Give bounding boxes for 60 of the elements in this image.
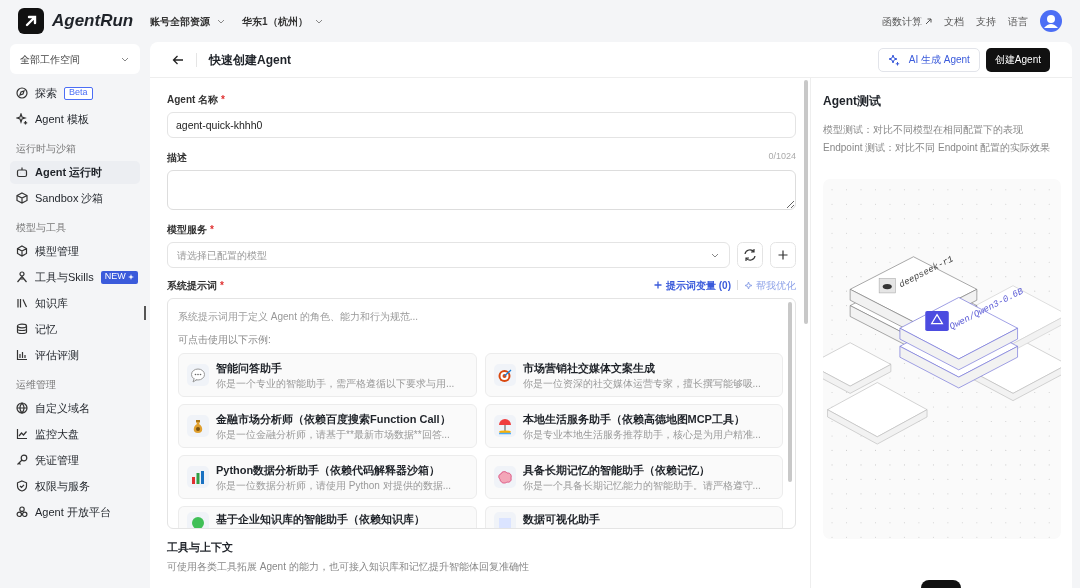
example-title: Python数据分析助手（依赖代码解释器沙箱）: [216, 462, 442, 477]
ai-generate-button[interactable]: AI 生成 Agent: [877, 47, 980, 72]
example-card[interactable]: Python数据分析助手（依赖代码解释器沙箱） 你是一位数据分析师，请使用 Python 对提供的数据...: [178, 455, 477, 499]
sidebar-item[interactable]: 自定义域名: [10, 396, 140, 420]
sidebar-item[interactable]: Agent 模板: [10, 107, 140, 131]
character-counter: 0/1024: [768, 150, 796, 164]
section-heading: 模型与工具: [15, 220, 67, 234]
example-title: 基于企业知识库的智能助手（依赖知识库）: [216, 512, 425, 526]
example-title: 智能问答助手: [216, 360, 283, 375]
sidebar-item[interactable]: 评估评测: [10, 343, 140, 367]
region-select[interactable]: 华东1（杭州）: [242, 13, 324, 29]
example-title: 金融市场分析师（依赖百度搜索Function Call）: [216, 411, 451, 426]
hint-text: 可点击使用以下示例:: [178, 333, 272, 347]
example-card[interactable]: 基于企业知识库的智能助手（依赖知识库）: [178, 506, 477, 528]
example-description: 你是一位金融分析师，请基于**最新市场数据**回答...: [216, 427, 451, 441]
example-title: 市场营销社交媒体文案生成: [522, 360, 656, 375]
example-title: 具备长期记忆的智能助手（依赖记忆）: [522, 462, 711, 477]
nav-link[interactable]: 函数计算: [882, 13, 932, 29]
example-card[interactable]: 数据可视化助手: [484, 506, 783, 528]
tag: NEW: [100, 270, 138, 284]
create-button[interactable]: 创建Agent: [985, 47, 1050, 72]
sidebar-item[interactable]: 凭证管理: [10, 448, 140, 472]
section-heading: 运维管理: [15, 377, 57, 391]
sidebar-item[interactable]: 监控大盘: [10, 422, 140, 446]
field-label: Agent 名称 *: [167, 92, 225, 107]
sidebar-item[interactable]: Sandbox 沙箱: [10, 186, 140, 210]
section-title: 工具与上下文: [167, 540, 234, 555]
panel-description: 模型测试：对比不同模型在相同配置下的表现: [823, 123, 1024, 137]
field-label: 模型服务 *: [167, 222, 214, 237]
field-label: 描述: [167, 150, 187, 165]
sidebar-item[interactable]: Agent 运行时: [10, 160, 140, 184]
example-description: 你是一位数据分析师，请使用 Python 对提供的数据...: [216, 478, 452, 492]
example-description: 你是专业本地生活服务推荐助手，核心是为用户精准...: [522, 427, 761, 441]
field-label: 系统提示词 *: [167, 278, 224, 293]
example-title: 数据可视化助手: [522, 512, 600, 526]
placeholder-text: 系统提示词用于定义 Agent 的角色、能力和行为规范...: [178, 310, 420, 322]
sidebar-item[interactable]: 模型管理: [10, 239, 140, 263]
page-title: 快速创建Agent: [209, 51, 291, 69]
region-select[interactable]: 账号全部资源: [150, 13, 226, 29]
name-input[interactable]: agent-quick-khhh0: [167, 112, 796, 138]
example-card[interactable]: 本地生活服务助手（依赖高德地图MCP工具） 你是专业本地生活服务推荐助手，核心是为用户精准...: [484, 404, 783, 448]
variables-link[interactable]: 提示词变量 (0): [654, 277, 731, 293]
nav-link[interactable]: 文档: [944, 13, 964, 29]
example-title: 本地生活服务助手（依赖高德地图MCP工具）: [522, 411, 746, 426]
panel-title: Agent测试: [823, 93, 882, 110]
panel-description: Endpoint 测试：对比不同 Endpoint 配置的实际效果: [823, 141, 1052, 155]
example-card[interactable]: 金融市场分析师（依赖百度搜索Function Call） 你是一位金融分析师，请基于**最新市场数据**回答...: [178, 404, 477, 448]
section-heading: 运行时与沙箱: [15, 141, 77, 155]
tag: Beta: [64, 86, 93, 100]
app-name: AgentRun: [52, 10, 134, 33]
nav-link[interactable]: 支持: [976, 13, 996, 29]
section-description: 可使用各类工具拓展 Agent 的能力，也可接入知识库和记忆提升智能体回复准确性: [167, 559, 530, 574]
nav-link[interactable]: 语言: [1008, 13, 1028, 29]
sidebar-item[interactable]: 知识库: [10, 291, 140, 315]
workspace-select[interactable]: 全部工作空间: [10, 44, 140, 74]
sidebar-item[interactable]: 工具与Skills NEW: [10, 265, 140, 289]
sidebar-item[interactable]: Agent 开放平台: [10, 500, 140, 524]
sidebar-item[interactable]: 探索 Beta: [10, 81, 140, 105]
sidebar-item[interactable]: 权限与服务: [10, 474, 140, 498]
sidebar-item[interactable]: 记忆: [10, 317, 140, 341]
